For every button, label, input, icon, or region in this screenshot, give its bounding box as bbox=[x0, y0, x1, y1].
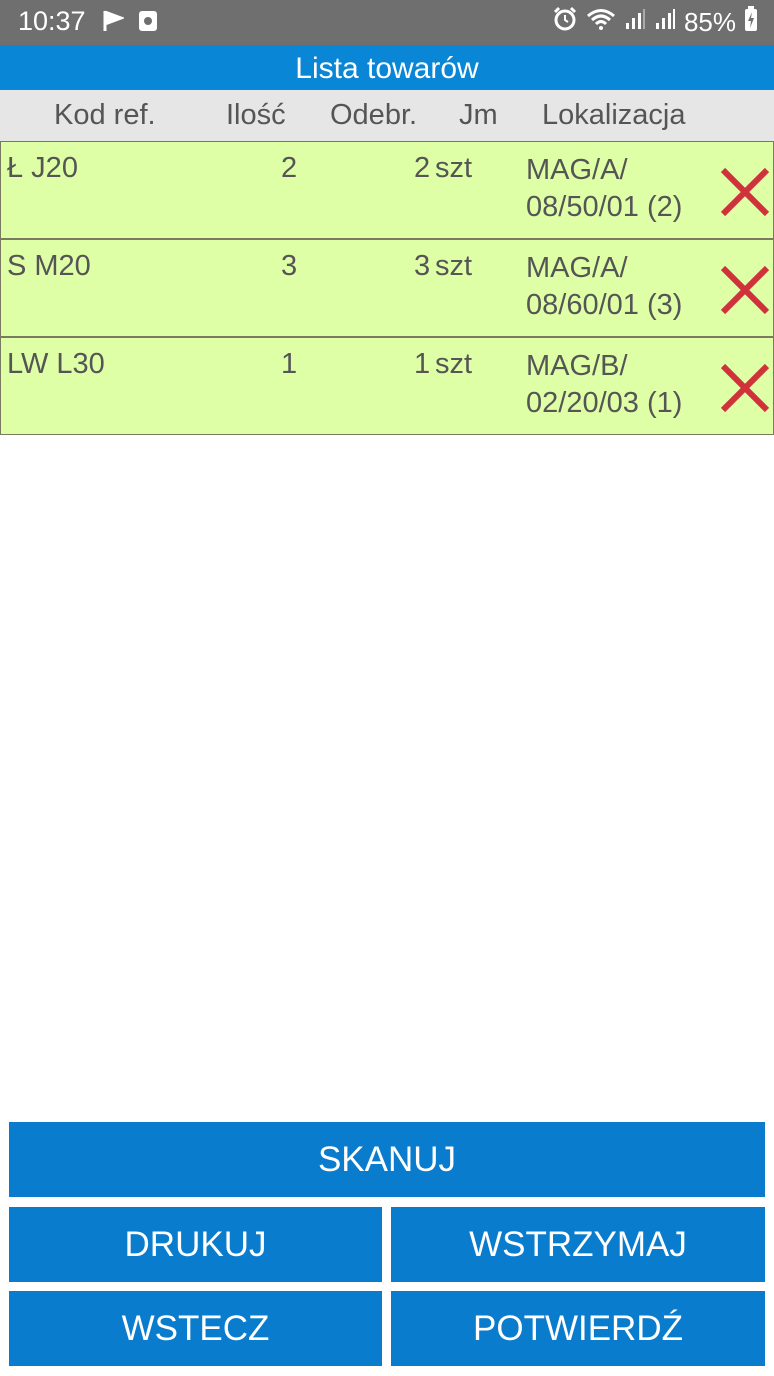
close-icon bbox=[720, 363, 770, 413]
cell-qty: 3 bbox=[281, 250, 298, 282]
cell-picked: 2 bbox=[414, 152, 431, 184]
table-header: Kod ref. Ilość Odebr. Jm Lokalizacja bbox=[0, 90, 774, 142]
status-left-icons bbox=[102, 9, 158, 38]
cell-ref: LW L30 bbox=[7, 348, 105, 380]
signal-icon bbox=[624, 7, 646, 38]
print-button[interactable]: DRUKUJ bbox=[9, 1207, 382, 1282]
cell-location-line2: 02/20/03 (1) bbox=[526, 387, 683, 419]
column-header-ref: Kod ref. bbox=[54, 99, 156, 131]
column-header-picked: Odebr. bbox=[330, 99, 418, 131]
cell-location-line1: MAG/A/ bbox=[526, 252, 628, 284]
cell-unit: szt bbox=[435, 250, 473, 282]
wifi-icon bbox=[586, 7, 616, 38]
screenshot-icon bbox=[138, 9, 158, 38]
cell-location: MAG/A/08/50/01 (2) bbox=[526, 152, 726, 226]
delete-row-button[interactable] bbox=[717, 164, 773, 220]
close-icon bbox=[720, 265, 770, 315]
confirm-button[interactable]: POTWIERDŹ bbox=[391, 1291, 765, 1366]
cell-location-line1: MAG/A/ bbox=[526, 154, 628, 186]
table-row[interactable]: Ł J20 2 2 szt MAG/A/08/50/01 (2) bbox=[0, 141, 774, 239]
signal-icon bbox=[654, 7, 676, 38]
close-icon bbox=[720, 167, 770, 217]
back-button[interactable]: WSTECZ bbox=[9, 1291, 382, 1366]
page-title: Lista towarów bbox=[0, 45, 774, 90]
cell-qty: 2 bbox=[281, 152, 298, 184]
cell-picked: 1 bbox=[414, 348, 431, 380]
cell-location: MAG/B/02/20/03 (1) bbox=[526, 348, 726, 422]
cell-unit: szt bbox=[435, 348, 473, 380]
hold-button[interactable]: WSTRZYMAJ bbox=[391, 1207, 765, 1282]
status-bar: 10:37 85% bbox=[0, 0, 774, 45]
cell-ref: Ł J20 bbox=[7, 152, 78, 184]
column-header-location: Lokalizacja bbox=[542, 99, 686, 131]
column-header-unit: Jm bbox=[459, 99, 498, 131]
cell-location: MAG/A/08/60/01 (3) bbox=[526, 250, 726, 324]
flag-notification-icon bbox=[102, 9, 126, 38]
cell-location-line2: 08/50/01 (2) bbox=[526, 191, 683, 223]
cell-unit: szt bbox=[435, 152, 473, 184]
cell-ref: S M20 bbox=[7, 250, 91, 282]
status-right: 85% bbox=[552, 6, 758, 39]
table-row[interactable]: LW L30 1 1 szt MAG/B/02/20/03 (1) bbox=[0, 337, 774, 435]
status-time: 10:37 bbox=[18, 6, 86, 36]
alarm-icon bbox=[552, 6, 578, 39]
delete-row-button[interactable] bbox=[717, 262, 773, 318]
scan-button[interactable]: SKANUJ bbox=[9, 1122, 765, 1197]
battery-level: 85% bbox=[683, 7, 736, 37]
table-row[interactable]: S M20 3 3 szt MAG/A/08/60/01 (3) bbox=[0, 239, 774, 337]
delete-row-button[interactable] bbox=[717, 360, 773, 416]
battery-charging-icon bbox=[744, 6, 758, 39]
cell-location-line2: 08/60/01 (3) bbox=[526, 289, 683, 321]
cell-location-line1: MAG/B/ bbox=[526, 350, 628, 382]
cell-picked: 3 bbox=[414, 250, 431, 282]
cell-qty: 1 bbox=[281, 348, 298, 380]
column-header-qty: Ilość bbox=[226, 99, 286, 131]
